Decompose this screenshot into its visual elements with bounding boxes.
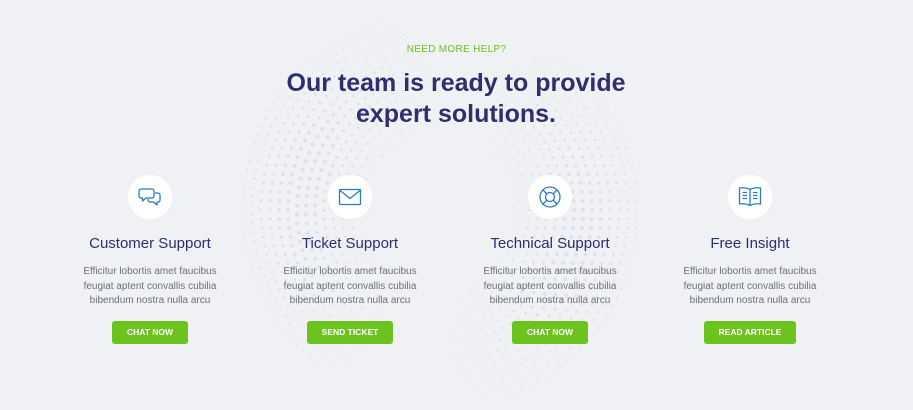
book-icon bbox=[728, 175, 772, 219]
section-headline: Our team is ready to provide expert solu… bbox=[286, 69, 626, 128]
chat-now-button[interactable]: CHAT NOW bbox=[511, 320, 589, 344]
envelope-icon bbox=[328, 175, 372, 219]
card-title: Technical Support bbox=[490, 235, 610, 252]
card-title: Free Insight bbox=[710, 235, 790, 252]
chat-now-button[interactable]: CHAT NOW bbox=[111, 320, 189, 344]
card-free-insight: Free Insight Efficitur lobortis amet fau… bbox=[650, 175, 850, 344]
card-description: Efficitur lobortis amet faucibus feugiat… bbox=[483, 266, 617, 306]
card-customer-support: Customer Support Efficitur lobortis amet… bbox=[50, 175, 250, 344]
card-ticket-support: Ticket Support Efficitur lobortis amet f… bbox=[250, 175, 450, 344]
card-title: Customer Support bbox=[89, 235, 211, 252]
chat-bubbles-icon bbox=[128, 175, 172, 219]
card-description: Efficitur lobortis amet faucibus feugiat… bbox=[83, 266, 217, 306]
card-description: Efficitur lobortis amet faucibus feugiat… bbox=[683, 266, 817, 306]
card-title: Ticket Support bbox=[301, 235, 399, 252]
send-ticket-button[interactable]: SEND TICKET bbox=[306, 320, 394, 344]
card-description: Efficitur lobortis amet faucibus feugiat… bbox=[283, 266, 417, 306]
support-section: NEED MORE HELP? Our team is ready to pro… bbox=[0, 0, 913, 409]
section-eyebrow: NEED MORE HELP? bbox=[406, 44, 507, 55]
read-article-button[interactable]: READ ARTICLE bbox=[703, 320, 797, 344]
lifebuoy-icon bbox=[528, 175, 572, 219]
card-technical-support: Technical Support Efficitur lobortis ame… bbox=[450, 175, 650, 344]
